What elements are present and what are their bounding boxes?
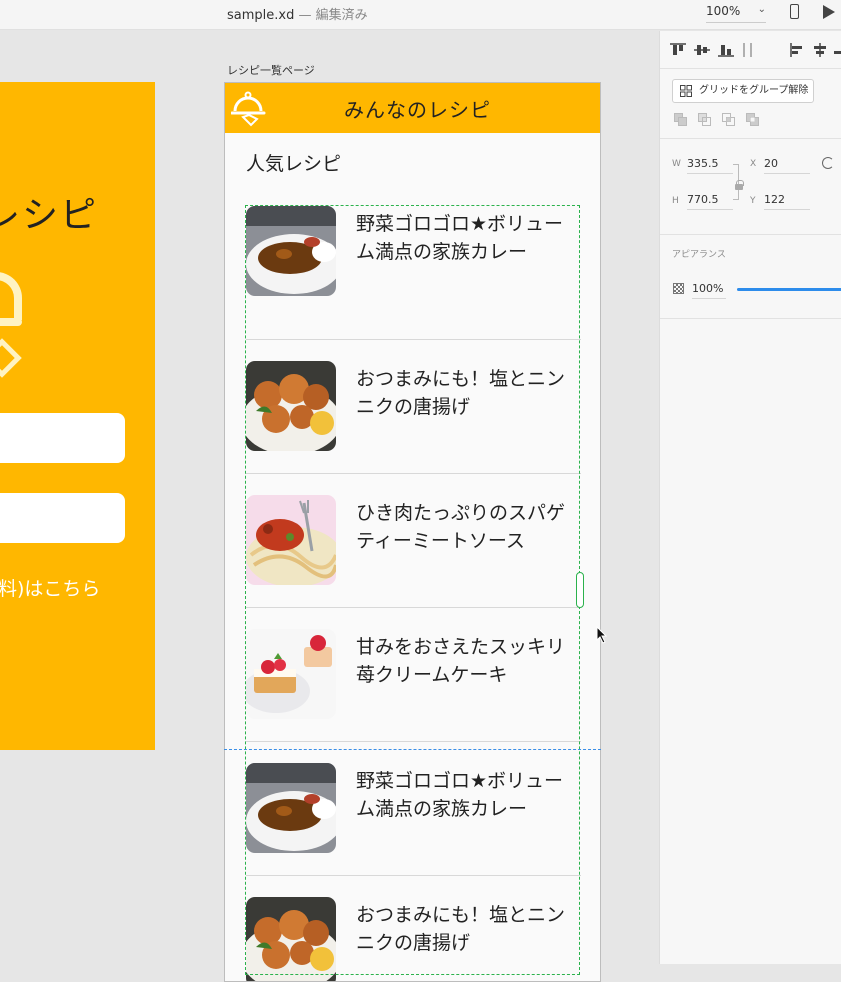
file-name: sample.xd [227, 8, 295, 23]
recipe-thumbnail [246, 495, 336, 585]
title-separator: — [298, 8, 312, 23]
height-label: H [672, 196, 679, 206]
chevron-down-icon: ⌄ [757, 4, 766, 15]
curry-thumbnail-image [246, 206, 336, 296]
left-artboard-title: レシピ [0, 195, 99, 236]
zoom-dropdown[interactable]: 100% ⌄ [706, 4, 766, 23]
recipe-title: おつまみにも！塩とニンニクの唐揚げ [356, 368, 566, 418]
alignment-toolbar [660, 31, 841, 69]
recipe-card[interactable]: ひき肉たっぷりのスパゲティーミートソース [246, 474, 581, 608]
appearance-heading: アピアランス [672, 250, 726, 260]
align-center-icon[interactable] [812, 43, 828, 57]
recipe-card[interactable]: 野菜ゴロゴロ★ボリューム満点の家族カレー [246, 742, 581, 876]
karaage-thumbnail-image [246, 897, 336, 981]
x-label: X [750, 159, 757, 169]
app-title: みんなのレシピ [344, 98, 491, 122]
recipe-thumbnail [246, 763, 336, 853]
recipe-list[interactable]: 野菜ゴロゴロ★ボリューム満点の家族カレー おつまみにも！塩とニンニクの唐揚げ ひ… [246, 206, 581, 981]
title-bar: sample.xd — 編集済み 100% ⌄ [0, 0, 841, 30]
opacity-slider[interactable] [737, 288, 841, 291]
property-inspector: グリッドをグループ解除 W 335.5 X 20 H 770.5 Y 122 ア… [659, 31, 841, 964]
align-middle-icon[interactable] [694, 43, 710, 57]
app-header: みんなのレシピ [225, 83, 600, 133]
recipe-title: 野菜ゴロゴロ★ボリューム満点の家族カレー [356, 213, 564, 263]
opacity-icon [673, 283, 684, 294]
diamond-icon [0, 338, 22, 378]
height-input[interactable]: 770.5 [687, 193, 733, 210]
recipe-thumbnail [246, 897, 336, 981]
recipe-title: おつまみにも！塩とニンニクの唐揚げ [356, 904, 566, 954]
ungroup-grid-label: グリッドをグループ解除 [699, 85, 809, 96]
mouse-cursor-icon [596, 626, 608, 644]
login-password-field[interactable] [0, 493, 125, 543]
recipe-thumbnail [246, 206, 336, 296]
zoom-value: 100% [706, 4, 741, 18]
align-bottom-icon[interactable] [718, 43, 734, 57]
recipe-card[interactable]: おつまみにも！塩とニンニクの唐揚げ [246, 876, 581, 981]
boolean-intersect-icon[interactable] [722, 113, 735, 126]
spaghetti-thumbnail-image [246, 495, 336, 585]
align-right-icon[interactable] [834, 43, 841, 57]
play-icon[interactable] [823, 5, 835, 19]
recipe-title: 野菜ゴロゴロ★ボリューム満点の家族カレー [356, 770, 564, 820]
recipe-list-artboard[interactable]: みんなのレシピ 人気レシピ 野菜ゴロゴロ★ボリューム満点の家族カレー おつまみに… [224, 82, 601, 982]
recipe-thumbnail [246, 629, 336, 719]
opacity-input[interactable]: 100% [692, 282, 726, 299]
cloche-base-icon [0, 318, 22, 326]
width-input[interactable]: 335.5 [687, 157, 733, 174]
register-link[interactable]: 料)はこちら [0, 574, 100, 601]
y-label: Y [750, 196, 756, 206]
cake-thumbnail-image [246, 629, 336, 719]
recipe-card[interactable]: 甘みをおさえたスッキリ苺クリームケーキ [246, 608, 581, 742]
repeat-grid-handle[interactable] [576, 572, 584, 608]
width-label: W [672, 159, 681, 169]
edit-status: 編集済み [315, 8, 368, 23]
recipe-card[interactable]: おつまみにも！塩とニンニクの唐揚げ [246, 340, 581, 474]
viewport-fold-guide [224, 749, 601, 750]
y-input[interactable]: 122 [764, 193, 810, 210]
recipe-title: 甘みをおさえたスッキリ苺クリームケーキ [356, 636, 566, 686]
boolean-subtract-icon[interactable] [698, 113, 711, 126]
recipe-card[interactable]: 野菜ゴロゴロ★ボリューム満点の家族カレー [246, 206, 581, 340]
rotate-icon[interactable] [822, 157, 834, 169]
lock-aspect-body-icon [735, 184, 743, 190]
grid-icon [680, 85, 692, 97]
left-artboard[interactable]: レシピ 料)はこちら [0, 82, 155, 750]
boolean-add-icon[interactable] [674, 113, 687, 126]
cloche-icon [0, 272, 22, 320]
recipe-thumbnail [246, 361, 336, 451]
curry-thumbnail-image [246, 763, 336, 853]
document-title: sample.xd — 編集済み [227, 4, 368, 23]
panel-divider [660, 318, 841, 319]
x-input[interactable]: 20 [764, 157, 810, 174]
device-preview-icon[interactable] [790, 4, 799, 19]
panel-divider [660, 234, 841, 235]
align-top-icon[interactable] [670, 43, 686, 57]
panel-divider [660, 138, 841, 139]
recipe-title: ひき肉たっぷりのスパゲティーミートソース [356, 502, 566, 552]
ungroup-grid-button[interactable]: グリッドをグループ解除 [672, 79, 814, 103]
login-id-field[interactable] [0, 413, 125, 463]
distribute-horizontal-icon[interactable] [742, 43, 754, 57]
boolean-exclude-icon[interactable] [746, 113, 759, 126]
align-left-icon[interactable] [790, 43, 806, 57]
section-title: 人気レシピ [246, 153, 342, 175]
artboard-label[interactable]: レシピ一覧ページ [227, 62, 315, 78]
karaage-thumbnail-image [246, 361, 336, 451]
